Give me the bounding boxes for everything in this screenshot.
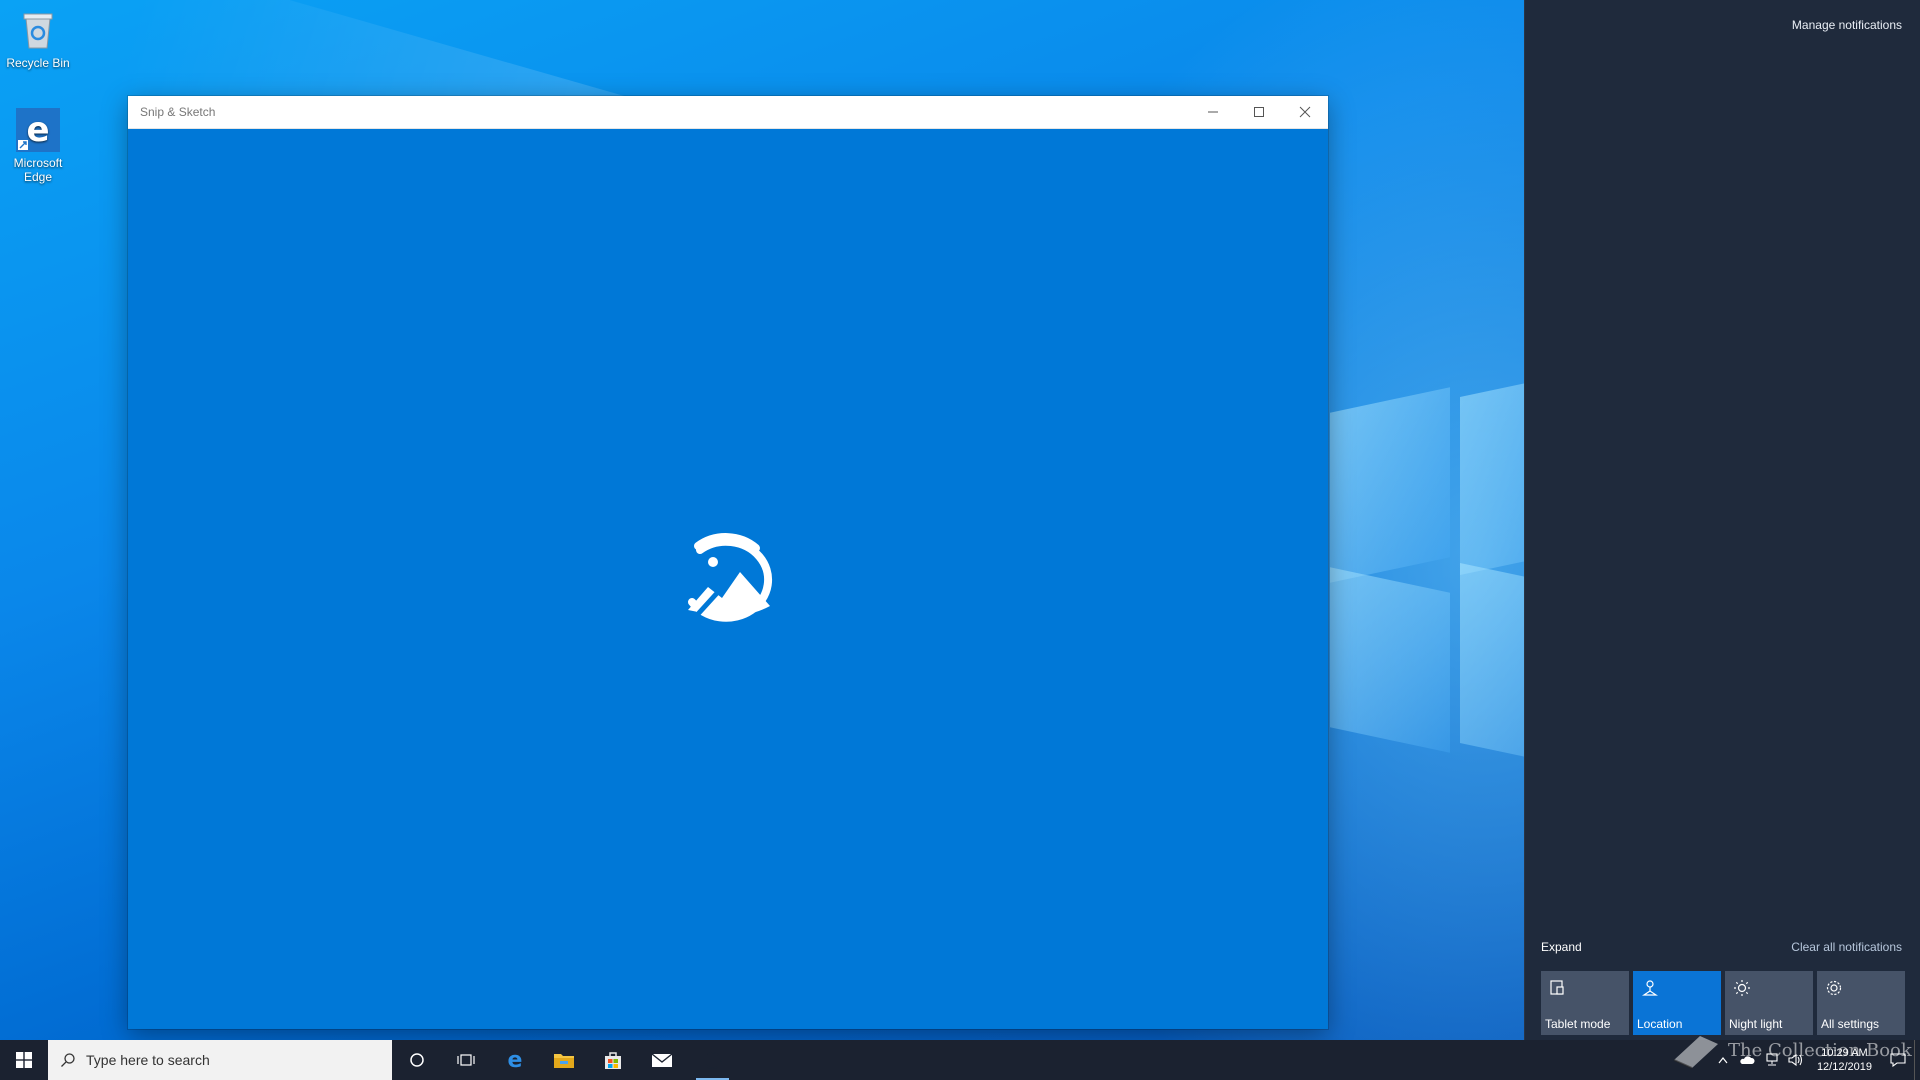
tile-label: Location	[1637, 1017, 1683, 1031]
clear-all-notifications-link[interactable]: Clear all notifications	[1791, 940, 1902, 954]
task-view-icon	[456, 1054, 475, 1066]
edge-icon: e	[507, 1049, 522, 1071]
maximize-icon	[1254, 107, 1264, 117]
tile-night-light[interactable]: Night light	[1725, 971, 1813, 1035]
window-titlebar[interactable]: Snip & Sketch	[128, 96, 1328, 129]
mail-icon	[651, 1053, 672, 1067]
tile-label: All settings	[1821, 1017, 1880, 1031]
folder-icon	[553, 1054, 574, 1068]
tile-label: Night light	[1729, 1017, 1783, 1031]
svg-text:e: e	[507, 1049, 522, 1071]
tile-label: Tablet mode	[1545, 1017, 1611, 1031]
snip-sketch-logo-icon	[704, 1052, 722, 1069]
svg-text:e: e	[26, 110, 49, 150]
close-icon	[1299, 106, 1311, 118]
taskbar-store[interactable]	[588, 1040, 637, 1080]
recycle-bin-icon	[23, 13, 53, 49]
desktop-icon-label: Microsoft Edge	[13, 156, 63, 184]
cortana-icon	[409, 1053, 424, 1067]
desktop-icon-recycle-bin[interactable]: Recycle Bin	[2, 8, 74, 70]
tablet-mode-icon	[1550, 980, 1564, 995]
taskbar: Type here to search e 10:29 AM 12/12/201…	[0, 1040, 1920, 1080]
windows-logo-icon	[16, 1052, 32, 1068]
minimize-icon	[1208, 111, 1218, 113]
cortana-button[interactable]	[392, 1040, 441, 1080]
tile-tablet-mode[interactable]: Tablet mode	[1541, 971, 1629, 1035]
search-icon	[61, 1053, 75, 1067]
taskbar-snip-sketch[interactable]	[688, 1040, 737, 1080]
taskbar-file-explorer[interactable]	[539, 1040, 588, 1080]
minimize-button[interactable]	[1190, 96, 1236, 128]
tile-all-settings[interactable]: All settings	[1817, 971, 1905, 1035]
manage-notifications-link[interactable]: Manage notifications	[1792, 18, 1902, 32]
close-button[interactable]	[1282, 96, 1328, 128]
watermark-text: The Collection Book	[1728, 1039, 1912, 1061]
snip-sketch-window: Snip & Sketch	[128, 96, 1328, 1029]
window-title: Snip & Sketch	[140, 105, 216, 119]
maximize-button[interactable]	[1236, 96, 1282, 128]
expand-link[interactable]: Expand	[1541, 940, 1582, 954]
action-center-links: Expand Clear all notifications	[1541, 940, 1902, 954]
store-icon	[604, 1052, 621, 1069]
quick-action-tiles: Tablet mode Location Night light All set…	[1541, 971, 1905, 1035]
search-placeholder: Type here to search	[86, 1052, 210, 1068]
desktop-icon-label: Recycle Bin	[6, 56, 70, 70]
taskbar-edge[interactable]: e	[490, 1040, 539, 1080]
location-icon	[1642, 980, 1658, 996]
book-logo-icon	[1673, 1036, 1718, 1069]
desktop-icon-microsoft-edge[interactable]: e Microsoft Edge	[2, 108, 74, 184]
snip-sketch-logo-icon	[688, 533, 773, 622]
action-center-panel: Manage notifications Expand Clear all no…	[1524, 0, 1920, 1040]
gear-icon	[1826, 980, 1842, 996]
taskbar-mail[interactable]	[637, 1040, 686, 1080]
watermark: The Collection Book	[1670, 1030, 1912, 1070]
taskbar-search-box[interactable]: Type here to search	[48, 1040, 392, 1080]
show-desktop-button[interactable]	[1914, 1040, 1920, 1080]
edge-icon: e	[16, 108, 60, 152]
task-view-button[interactable]	[441, 1040, 490, 1080]
night-light-icon	[1734, 980, 1750, 996]
tile-location[interactable]: Location	[1633, 971, 1721, 1035]
start-button[interactable]	[0, 1040, 48, 1080]
